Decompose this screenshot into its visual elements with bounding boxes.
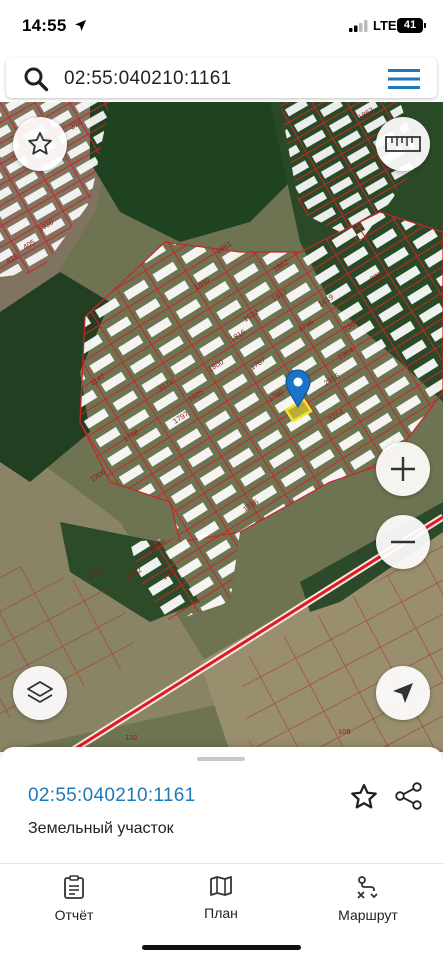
minus-icon <box>391 540 415 544</box>
parcel-label: 132 <box>125 733 138 742</box>
star-icon <box>28 131 52 155</box>
search-input[interactable]: 02:55:040210:1161 <box>64 68 231 90</box>
zoom-out-button[interactable] <box>376 515 430 569</box>
status-time: 14:55 <box>22 16 67 35</box>
zoom-in-button[interactable] <box>376 442 430 496</box>
search-bar[interactable]: 02:55:040210:1161 <box>6 58 437 98</box>
tab-report[interactable]: Отчёт <box>14 875 134 923</box>
ruler-icon <box>385 136 421 152</box>
clipboard-icon <box>64 875 84 899</box>
layers-icon <box>27 681 53 703</box>
parcel-cadastral-number[interactable]: 02:55:040210:1161 <box>28 785 195 807</box>
tab-route-label: Маршрут <box>338 907 398 923</box>
search-icon[interactable] <box>23 66 49 92</box>
network-type: LTE <box>373 18 397 33</box>
map-canvas[interactable]: 1147 3176 1906 4436 3482 108 132 1930 40… <box>0 102 443 752</box>
parcel-label: 108 <box>338 727 351 736</box>
route-icon <box>357 876 378 899</box>
satellite-map[interactable]: 1147 3176 1906 4436 3482 108 132 1930 40… <box>0 102 443 752</box>
home-indicator[interactable] <box>142 945 301 950</box>
signal-icon <box>349 20 368 32</box>
tab-plan-label: План <box>204 905 238 921</box>
battery-icon: 41 <box>397 18 423 33</box>
tab-report-label: Отчёт <box>54 907 94 923</box>
menu-icon[interactable] <box>388 68 420 90</box>
status-bar: 14:55 LTE 41 <box>0 0 443 54</box>
divider <box>0 863 443 864</box>
my-location-button[interactable] <box>376 666 430 720</box>
favorite-map-button[interactable] <box>13 117 67 171</box>
navigation-arrow-icon <box>393 683 413 703</box>
parcel-info-sheet[interactable]: 02:55:040210:1161 Земельный участок Отчё… <box>0 747 443 960</box>
favorite-star-icon[interactable] <box>349 782 379 812</box>
tab-route[interactable]: Маршрут <box>308 875 428 923</box>
layers-button[interactable] <box>13 666 67 720</box>
plus-icon <box>391 457 415 481</box>
map-icon <box>210 876 232 896</box>
sheet-drag-handle[interactable] <box>197 757 245 761</box>
share-icon[interactable] <box>394 781 424 811</box>
ruler-button[interactable] <box>376 117 430 171</box>
tab-plan[interactable]: План <box>161 875 281 921</box>
battery-tip <box>424 23 426 28</box>
parcel-type: Земельный участок <box>28 820 174 837</box>
location-arrow-icon <box>75 20 86 31</box>
